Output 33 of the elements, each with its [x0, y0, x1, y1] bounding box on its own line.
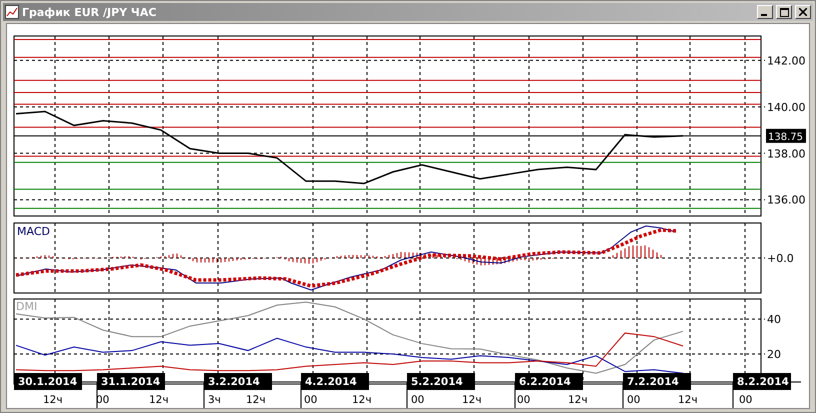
date-label: 5.2.2014 — [407, 373, 475, 390]
axis-label: 140.00 — [767, 100, 806, 114]
axis-label: 20 — [767, 348, 781, 362]
hour-label: 00 — [411, 394, 424, 406]
hour-label: 12ч — [678, 394, 698, 406]
hour-label: 12ч — [462, 394, 482, 406]
panel-title: DMI — [16, 300, 38, 313]
axis-label: 142.00 — [767, 54, 806, 68]
date-label: 6.2.2014 — [515, 373, 583, 390]
hour-label: 00 — [627, 394, 640, 406]
date-label: 31.1.2014 — [97, 373, 165, 390]
hour-label: 00 — [517, 394, 530, 406]
window-title: График EUR /JPY ЧАС — [22, 6, 158, 18]
hour-label: 3ч — [208, 394, 221, 406]
hour-label: 00 — [304, 394, 318, 406]
price-tag: 138.75 — [766, 128, 806, 143]
hour-label: 12ч — [352, 394, 372, 406]
axis-label: 40 — [767, 313, 781, 326]
date-label: 30.1.2014 — [14, 373, 82, 390]
hour-label: 12ч — [568, 394, 588, 406]
date-label: 8.2.2014 — [733, 373, 791, 390]
axis-label: 136.00 — [767, 194, 806, 207]
hour-label: 00 — [739, 394, 752, 406]
axis-label: 138.00 — [767, 147, 806, 160]
hour-label: 12ч — [149, 394, 169, 406]
ref-line-label: 138.75 — [768, 132, 803, 143]
panel-title: MACD — [17, 225, 50, 238]
date-label: 7.2.2014 — [623, 373, 691, 390]
axis-label: +0.0 — [767, 252, 794, 265]
date-label: 4.2.2014 — [301, 373, 369, 390]
hour-label: 12ч — [43, 394, 63, 406]
date-label: 3.2.2014 — [204, 373, 272, 390]
hour-label: 12ч — [246, 394, 266, 406]
